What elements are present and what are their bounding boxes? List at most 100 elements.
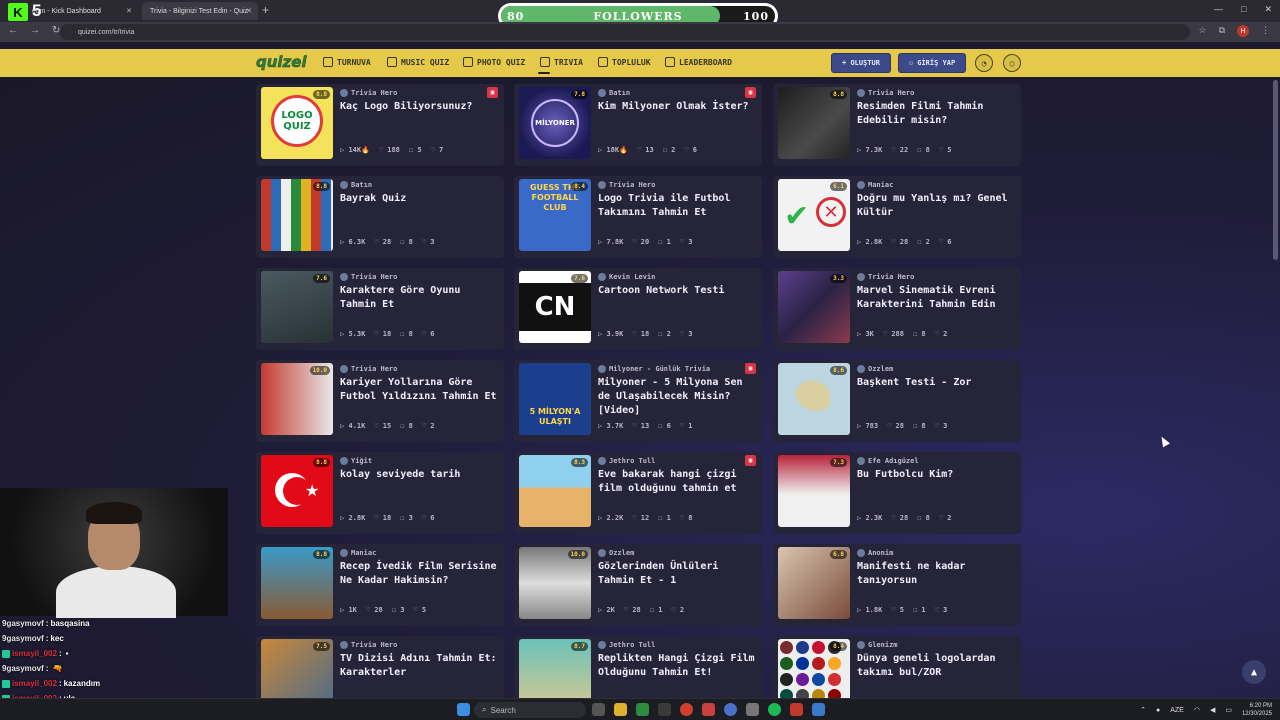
quiz-author[interactable]: Batın xyxy=(598,89,630,97)
file-explorer-icon[interactable] xyxy=(614,703,627,716)
quiz-card[interactable]: 8.8 Trivia Hero Resimden Filmi Tahmin Edeb… xyxy=(773,84,1021,166)
page-scrollbar[interactable] xyxy=(1273,80,1278,260)
quiz-card[interactable]: 7.3 Efe Adıgüzel Bu Futbolcu Kim? ▷ 2.3K ♡ 2… xyxy=(773,452,1021,534)
nav-turnuva[interactable]: TURNUVA xyxy=(323,57,371,67)
quiz-author[interactable]: Maniac xyxy=(857,181,893,189)
forward-icon[interactable]: → xyxy=(30,25,40,36)
chat-username[interactable]: ismayil_002 xyxy=(12,679,57,688)
extensions-icon[interactable]: ⧉ xyxy=(1219,25,1225,37)
app-icon[interactable] xyxy=(812,703,825,716)
quiz-thumbnail[interactable]: ✔ ✕ 6.1 xyxy=(778,179,850,251)
search-button[interactable]: ○ xyxy=(1003,54,1021,72)
quiz-author[interactable]: Ozzlem xyxy=(857,365,893,373)
battery-icon[interactable]: ▭ xyxy=(1225,706,1232,714)
quiz-thumbnail[interactable]: 7.6 xyxy=(261,271,333,343)
quiz-card[interactable]: 6.8 Anonim Manifesti ne kadar tanıyorsun ▷ … xyxy=(773,544,1021,626)
new-tab-button[interactable]: + xyxy=(262,3,269,17)
notifications-button[interactable]: ◔ xyxy=(975,54,993,72)
quiz-card[interactable]: ★ 8.8 Yiğit kolay seviyede tarih ▷ 2.8K ♡ 18 ☐… xyxy=(256,452,504,534)
quiz-card[interactable]: 7.6 Trivia Hero Karaktere Göre Oyunu Tahmi… xyxy=(256,268,504,350)
quiz-title[interactable]: TV Dizisi Adını Tahmin Et: Karakterler xyxy=(340,652,500,680)
quiz-author[interactable]: Trivia Hero xyxy=(857,273,914,281)
quiz-title[interactable]: Gözlerinden Ünlüleri Tahmin Et - 1 xyxy=(598,560,758,588)
app-icon[interactable] xyxy=(702,703,715,716)
quiz-thumbnail[interactable]: 8.8 xyxy=(261,179,333,251)
chat-username[interactable]: 9gasymovf xyxy=(2,634,44,643)
scroll-to-top-button[interactable]: ▲ xyxy=(1242,660,1266,684)
tab-kick-dashboard[interactable]: com - Kick Dashboard ✕ xyxy=(24,2,138,20)
quiz-title[interactable]: Marvel Sinematik Evreni Karakterini Tahm… xyxy=(857,284,1017,312)
quiz-author[interactable]: Trivia Hero xyxy=(598,181,655,189)
quiz-card[interactable]: 10.0 Trivia Hero Kariyer Yollarına Göre Fu… xyxy=(256,360,504,442)
quiz-title[interactable]: Milyoner - 5 Milyona Sen de Ulaşabilecek… xyxy=(598,376,758,418)
quiz-author[interactable]: Milyoner - Günlük Trivia xyxy=(598,365,710,373)
quiz-title[interactable]: Bayrak Quiz xyxy=(340,192,500,206)
quiz-title[interactable]: kolay seviyede tarih xyxy=(340,468,500,482)
quiz-thumbnail[interactable]: ★ 8.8 xyxy=(261,455,333,527)
quiz-card[interactable]: CN 7.6 Kevin Levin Cartoon Network Testi ▷ 3… xyxy=(514,268,762,350)
quiz-title[interactable]: Bu Futbolcu Kim? xyxy=(857,468,1017,482)
quiz-card[interactable]: 10.0 Ozzlem Gözlerinden Ünlüleri Tahmin Et… xyxy=(514,544,762,626)
profile-avatar[interactable]: H xyxy=(1237,25,1249,37)
quiz-author[interactable]: Anonim xyxy=(857,549,893,557)
quiz-thumbnail[interactable]: 3.3 xyxy=(778,271,850,343)
task-view-icon[interactable] xyxy=(592,703,605,716)
quiz-author[interactable]: Efe Adıgüzel xyxy=(857,457,919,465)
quiz-title[interactable]: Kim Milyoner Olmak İster? xyxy=(598,100,758,114)
quiz-title[interactable]: Manifesti ne kadar tanıyorsun xyxy=(857,560,1017,588)
quiz-thumbnail[interactable]: 10.0 xyxy=(519,547,591,619)
quiz-thumbnail[interactable]: 10.0 xyxy=(261,363,333,435)
quiz-author[interactable]: Batın xyxy=(340,181,372,189)
quiz-title[interactable]: Logo Trivia ile Futbol Takımını Tahmin E… xyxy=(598,192,758,220)
quiz-thumbnail[interactable]: GUESS THE FOOTBALL CLUB 8.4 xyxy=(519,179,591,251)
quiz-author[interactable]: Yiğit xyxy=(340,457,372,465)
chat-username[interactable]: 9gasymovf xyxy=(2,664,44,673)
quiz-author[interactable]: Jethro Tull xyxy=(598,641,655,649)
site-logo[interactable]: quizei xyxy=(256,53,307,72)
app-icon[interactable] xyxy=(790,703,803,716)
minimize-button[interactable]: — xyxy=(1214,4,1223,15)
app-icon[interactable] xyxy=(658,703,671,716)
quiz-title[interactable]: Resimden Filmi Tahmin Edebilir misin? xyxy=(857,100,1017,128)
chevron-up-icon[interactable]: ⌃ xyxy=(1140,706,1146,714)
quiz-title[interactable]: Cartoon Network Testi xyxy=(598,284,758,298)
chat-username[interactable]: 9gasymovf xyxy=(2,619,44,628)
quiz-author[interactable]: Jethro Tull xyxy=(598,457,655,465)
quiz-thumbnail[interactable]: CN 7.6 xyxy=(519,271,591,343)
quiz-card[interactable]: ✔ ✕ 6.1 Maniac Doğru mu Yanlış mı? Genel Kül… xyxy=(773,176,1021,258)
quiz-thumbnail[interactable]: LOGO QUIZ 8.8 xyxy=(261,87,333,159)
chrome-icon[interactable] xyxy=(724,703,737,716)
quiz-author[interactable]: Trivia Hero xyxy=(340,89,397,97)
quiz-card[interactable]: GUESS THE FOOTBALL CLUB 8.4 Trivia Hero Log… xyxy=(514,176,762,258)
quiz-card[interactable]: MİLYONER 7.8 ▣ Batın Kim Milyoner Olmak İste… xyxy=(514,84,762,166)
quiz-author[interactable]: Trivia Hero xyxy=(340,641,397,649)
quiz-author[interactable]: Ozzlem xyxy=(598,549,634,557)
spotify-icon[interactable] xyxy=(768,703,781,716)
close-icon[interactable]: ✕ xyxy=(126,7,132,15)
quiz-title[interactable]: Replikten Hangi Çizgi Film Olduğunu Tahm… xyxy=(598,652,758,680)
quiz-card[interactable]: 8.8 Batın Bayrak Quiz ▷ 6.3K ♡ 28 ☐ 8 ♡ 3 xyxy=(256,176,504,258)
quiz-thumbnail[interactable]: 8.3 xyxy=(519,455,591,527)
nav-trivia[interactable]: TRIVIA xyxy=(540,57,583,67)
quiz-thumbnail[interactable]: 6.8 xyxy=(778,547,850,619)
maximize-button[interactable]: □ xyxy=(1241,4,1246,15)
nav-topluluk[interactable]: TOPLULUK xyxy=(598,57,651,67)
volume-icon[interactable]: ◀ xyxy=(1210,706,1215,714)
quiz-thumbnail[interactable]: MİLYONER 7.8 xyxy=(519,87,591,159)
back-icon[interactable]: ← xyxy=(8,25,18,36)
create-button[interactable]: + OLUŞTUR xyxy=(831,53,891,73)
nav-photo-quiz[interactable]: PHOTO QUIZ xyxy=(463,57,525,67)
url-field[interactable]: quizei.com/tr/trivia xyxy=(60,24,1190,40)
quiz-author[interactable]: Glenizm xyxy=(857,641,898,649)
chrome-icon[interactable] xyxy=(680,703,693,716)
app-icon[interactable] xyxy=(636,703,649,716)
taskbar-search[interactable]: ⌕ Search xyxy=(474,702,586,718)
quiz-thumbnail[interactable]: 5 MİLYON'A ULAŞTI xyxy=(519,363,591,435)
bookmark-star-icon[interactable]: ☆ xyxy=(1198,25,1206,37)
quiz-author[interactable]: Trivia Hero xyxy=(340,273,397,281)
nav-music-quiz[interactable]: MUSIC QUIZ xyxy=(387,57,449,67)
quiz-card[interactable]: 5 MİLYON'A ULAŞTI ▣ Milyoner - Günlük Triv… xyxy=(514,360,762,442)
quiz-author[interactable]: Kevin Levin xyxy=(598,273,655,281)
quiz-thumbnail[interactable]: 7.3 xyxy=(778,455,850,527)
quiz-thumbnail[interactable]: 8.8 xyxy=(778,87,850,159)
